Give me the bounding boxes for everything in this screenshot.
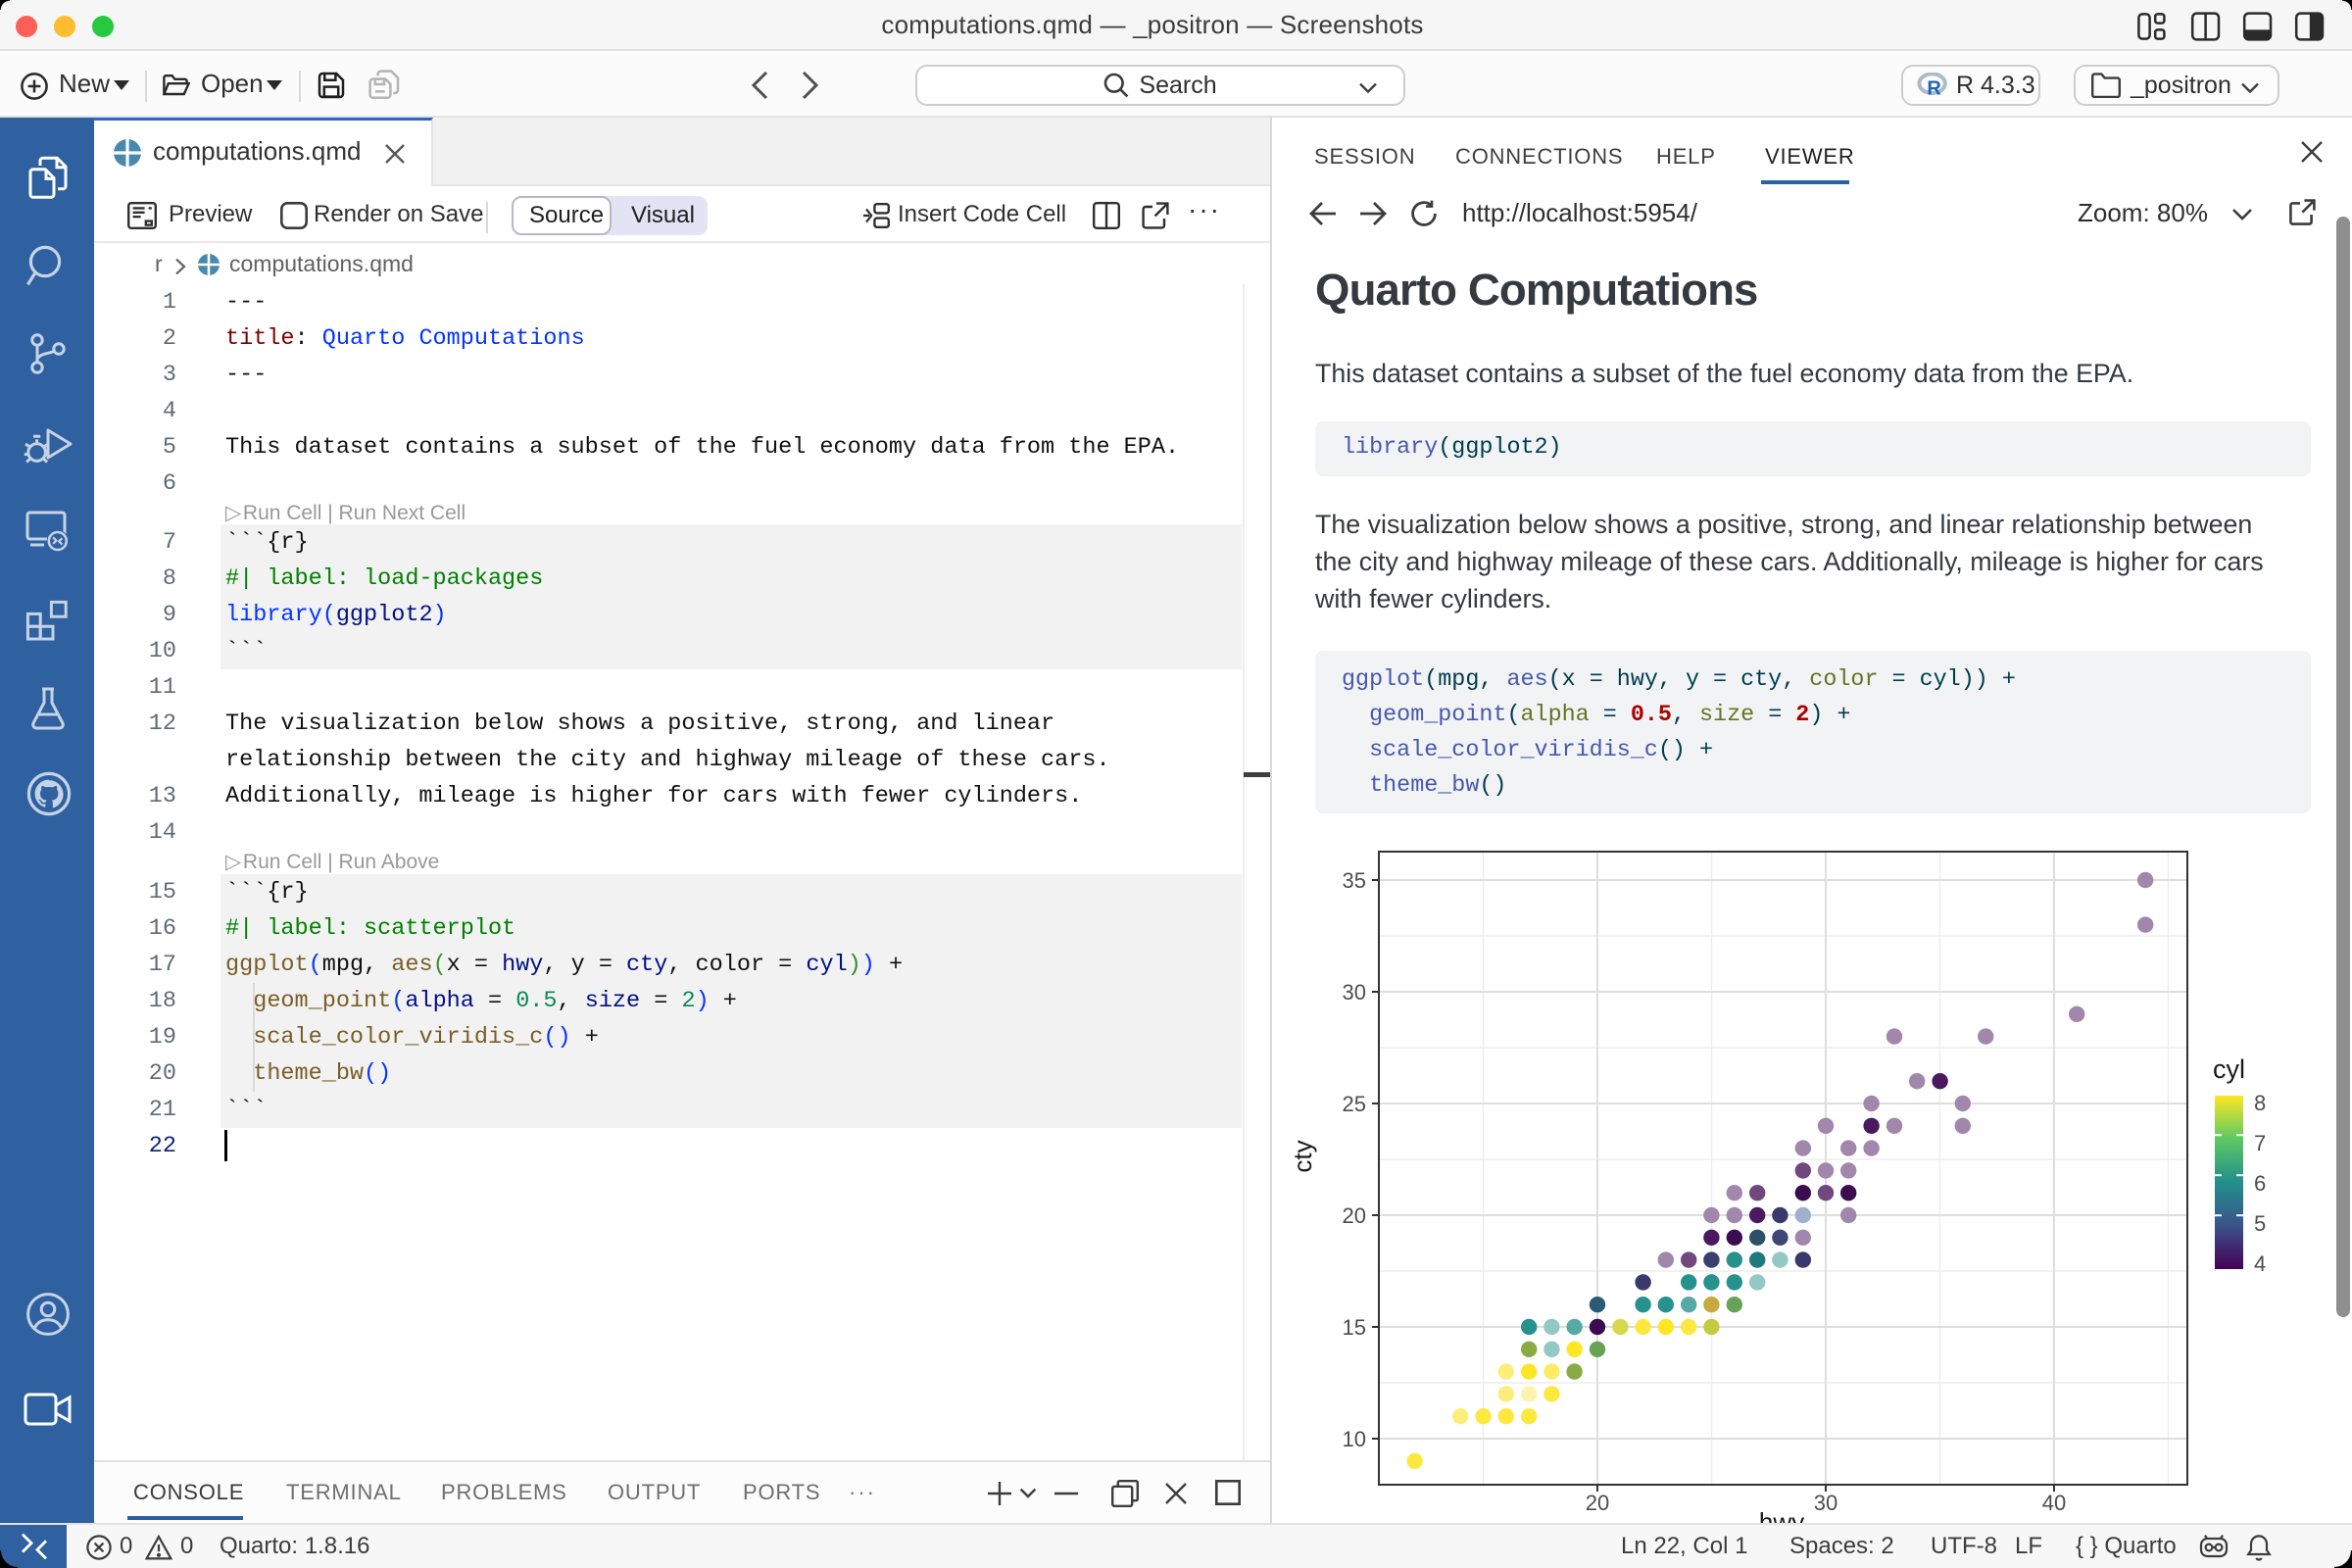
svg-text:30: 30	[1814, 1491, 1838, 1515]
svg-text:5: 5	[2254, 1211, 2266, 1236]
svg-text:40: 40	[2042, 1491, 2066, 1515]
svg-text:R: R	[1927, 78, 1941, 98]
svg-text:hwy: hwy	[1759, 1507, 1804, 1523]
svg-text:7: 7	[2254, 1131, 2266, 1155]
svg-text:20: 20	[1586, 1491, 1609, 1515]
svg-text:15: 15	[1343, 1315, 1366, 1340]
svg-text:8: 8	[2254, 1091, 2266, 1115]
svg-text:6: 6	[2254, 1171, 2266, 1196]
svg-text:cty: cty	[1288, 1140, 1317, 1172]
svg-text:4: 4	[2254, 1251, 2266, 1276]
svg-text:35: 35	[1343, 868, 1366, 893]
svg-text:cyl: cyl	[2213, 1054, 2245, 1084]
svg-text:10: 10	[1343, 1427, 1366, 1451]
svg-text:30: 30	[1343, 980, 1366, 1004]
svg-text:25: 25	[1343, 1092, 1366, 1116]
svg-text:20: 20	[1343, 1203, 1366, 1228]
